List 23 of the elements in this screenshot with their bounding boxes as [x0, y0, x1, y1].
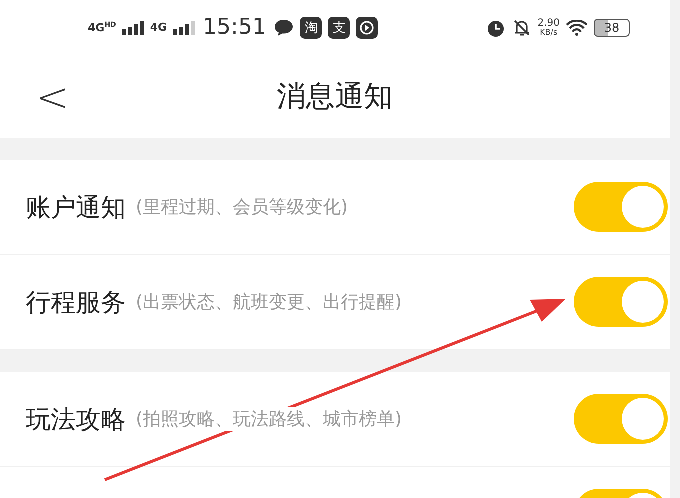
clock-time: 15:51 [203, 15, 266, 40]
page-title: 消息通知 [277, 78, 393, 114]
setting-hint: (拍照攻略、玩法路线、城市榜单) [136, 407, 402, 431]
signal-icon [122, 20, 144, 34]
toggle-switch[interactable] [574, 182, 668, 232]
toggle-switch[interactable] [574, 394, 668, 444]
app-icon: 淘 [300, 16, 322, 38]
network-label: 4G [150, 21, 168, 34]
network-speed: 2.90 KB/s [538, 18, 560, 36]
bell-muted-icon [512, 18, 532, 38]
setting-label: 玩法攻略 [26, 404, 126, 436]
back-button[interactable]: < [30, 75, 76, 121]
setting-label: 行程服务 [26, 286, 126, 318]
wifi-icon [566, 20, 588, 36]
play-icon [356, 16, 378, 38]
toggle-switch[interactable] [574, 277, 668, 327]
app-icon: 支 [328, 16, 350, 38]
battery-icon: 38 [594, 18, 630, 36]
signal-icon [173, 20, 196, 34]
setting-label: 账户通知 [26, 192, 126, 224]
network-label: 4G$^{HD}$ [88, 20, 116, 34]
chat-bubble-icon [274, 18, 294, 38]
setting-hint: (出票状态、航班变更、出行提醒) [136, 290, 402, 314]
